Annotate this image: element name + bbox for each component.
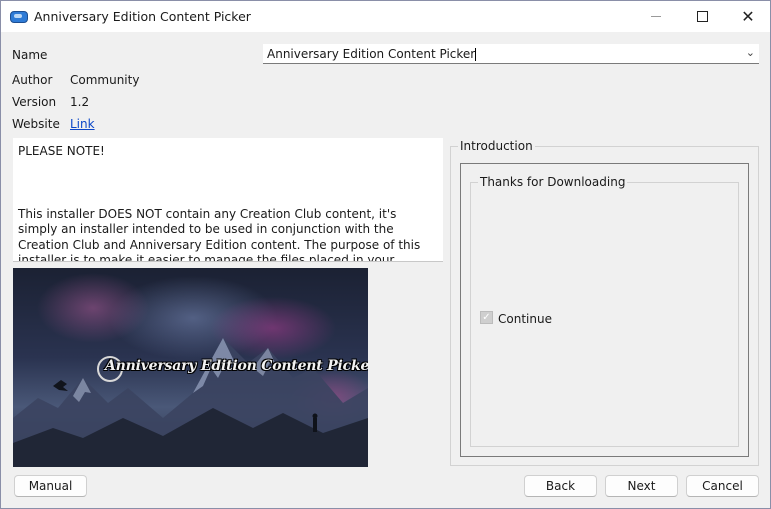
- manual-button[interactable]: Manual: [14, 475, 87, 497]
- name-combobox[interactable]: Anniversary Edition Content Picker ⌄: [263, 44, 759, 64]
- maximize-icon: [696, 11, 708, 22]
- title-bar[interactable]: Anniversary Edition Content Picker ✕: [1, 1, 770, 32]
- mod-banner-image: Anniversary Edition Content Picker: [13, 268, 368, 467]
- check-icon: ✓: [482, 311, 491, 323]
- cancel-button[interactable]: Cancel: [686, 475, 759, 497]
- continue-label[interactable]: Continue: [498, 312, 552, 326]
- minimize-icon: [651, 16, 661, 17]
- chevron-down-icon[interactable]: ⌄: [746, 46, 755, 59]
- back-button[interactable]: Back: [524, 475, 597, 497]
- installer-window: Anniversary Edition Content Picker ✕ Nam…: [0, 0, 771, 509]
- name-value: Anniversary Edition Content Picker: [267, 46, 477, 61]
- minimize-button[interactable]: [633, 1, 679, 32]
- next-button[interactable]: Next: [605, 475, 678, 497]
- maximize-button[interactable]: [679, 1, 725, 32]
- description-body: This installer DOES NOT contain any Crea…: [18, 206, 421, 262]
- continue-checkbox[interactable]: ✓: [480, 311, 493, 324]
- banner-title: Anniversary Edition Content Picker: [105, 358, 368, 374]
- description-textbox[interactable]: PLEASE NOTE! This installer DOES NOT con…: [13, 138, 443, 262]
- version-label: Version: [12, 95, 57, 109]
- name-label: Name: [12, 48, 48, 62]
- thanks-group-title: Thanks for Downloading: [478, 175, 628, 189]
- website-label: Website: [12, 117, 60, 131]
- description-heading: PLEASE NOTE!: [18, 144, 105, 158]
- website-link[interactable]: Link: [70, 117, 95, 131]
- author-label: Author: [12, 73, 53, 87]
- version-value: 1.2: [70, 95, 90, 109]
- window-title: Anniversary Edition Content Picker: [34, 9, 251, 24]
- introduction-group-title: Introduction: [458, 139, 535, 153]
- app-icon: [10, 10, 28, 23]
- close-button[interactable]: ✕: [725, 1, 770, 32]
- author-value: Community: [70, 73, 140, 87]
- close-icon: ✕: [741, 6, 755, 26]
